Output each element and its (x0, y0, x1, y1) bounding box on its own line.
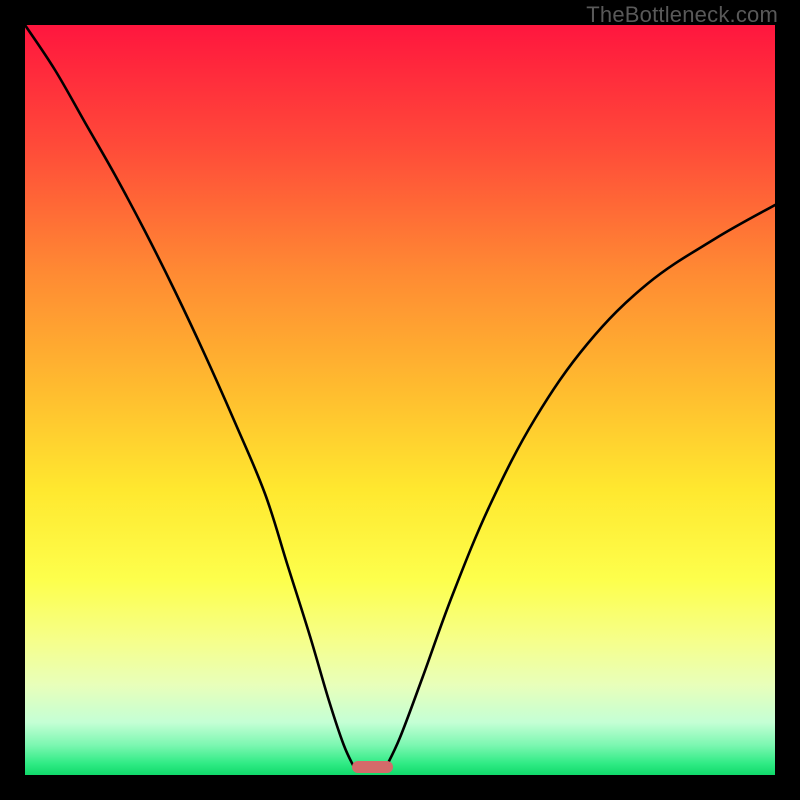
outer-frame: TheBottleneck.com (0, 0, 800, 800)
bottleneck-marker (352, 761, 393, 773)
plot-area (24, 24, 776, 776)
watermark-text: TheBottleneck.com (586, 2, 778, 28)
bottleneck-curve (25, 25, 775, 775)
